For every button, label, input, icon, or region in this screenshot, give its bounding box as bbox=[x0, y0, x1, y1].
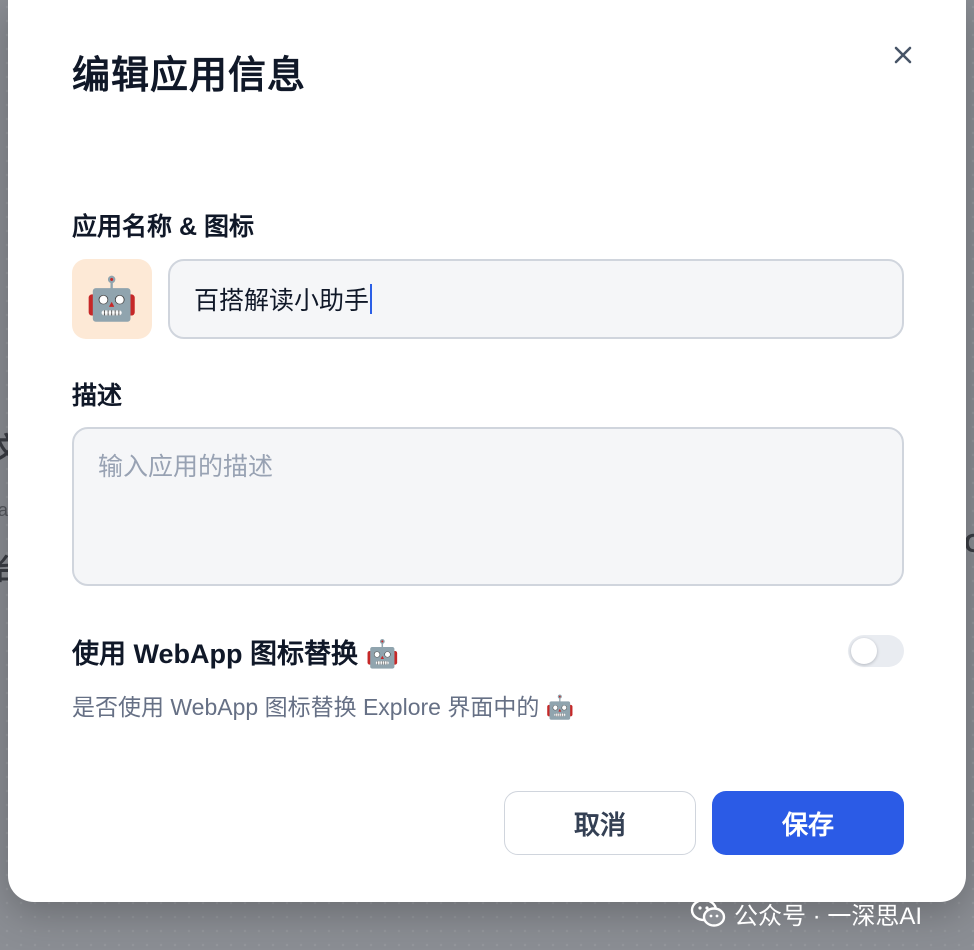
webapp-icon-toggle-label: 使用 WebApp 图标替换 🤖 bbox=[72, 639, 400, 669]
toggle-knob bbox=[851, 638, 877, 664]
wechat-icon bbox=[690, 898, 726, 928]
close-button[interactable] bbox=[888, 40, 918, 70]
cancel-button[interactable]: 取消 bbox=[504, 791, 696, 855]
robot-icon: 🤖 bbox=[85, 274, 139, 322]
webapp-icon-toggle-hint: 是否使用 WebApp 图标替换 Explore 界面中的 🤖 bbox=[72, 694, 575, 720]
save-button[interactable]: 保存 bbox=[712, 791, 904, 855]
dialog-title: 编辑应用信息 bbox=[72, 55, 307, 97]
webapp-icon-toggle[interactable] bbox=[848, 635, 904, 667]
description-label: 描述 bbox=[72, 382, 123, 410]
app-name-input[interactable]: 百搭解读小助手 bbox=[168, 259, 904, 339]
background-text-fragment: ja bbox=[0, 500, 9, 520]
description-textarea[interactable]: 输入应用的描述 bbox=[72, 427, 904, 586]
close-icon bbox=[894, 46, 912, 64]
description-placeholder: 输入应用的描述 bbox=[98, 453, 274, 481]
watermark-text: 公众号 · 一深思AI bbox=[734, 902, 923, 930]
edit-app-info-dialog: 编辑应用信息 应用名称 & 图标 🤖 百搭解读小助手 描述 输入应用的描述 使用… bbox=[8, 0, 966, 902]
app-icon-picker[interactable]: 🤖 bbox=[72, 259, 152, 339]
app-name-value: 百搭解读小助手 bbox=[194, 287, 370, 315]
text-cursor bbox=[370, 284, 373, 314]
app-name-label: 应用名称 & 图标 bbox=[72, 213, 254, 241]
watermark: 公众号 · 一深思AI bbox=[690, 896, 922, 930]
